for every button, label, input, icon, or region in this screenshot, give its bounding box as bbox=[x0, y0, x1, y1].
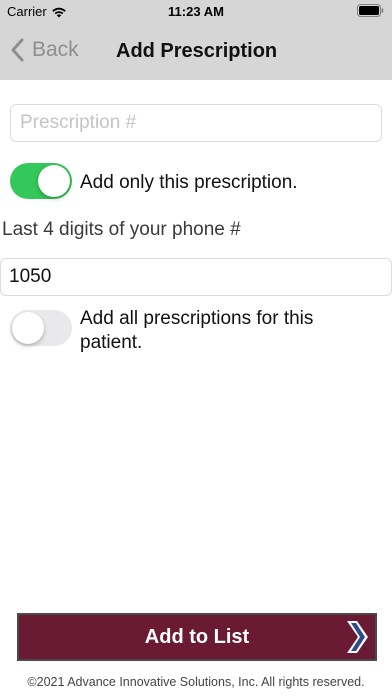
page-title: Add Prescription bbox=[116, 40, 278, 62]
back-label: Back bbox=[32, 38, 79, 61]
add-to-list-label: Add to List bbox=[144, 625, 250, 648]
phone-digits-label: Last 4 digits of your phone # bbox=[2, 219, 241, 240]
toggle-knob bbox=[12, 312, 44, 344]
status-bar: Carrier 11:23 AM bbox=[0, 0, 392, 22]
top-bar: Carrier 11:23 AM Back Add Prescription bbox=[0, 0, 392, 80]
add-to-list-button[interactable]: Add to List bbox=[17, 613, 377, 661]
phone-digits-input[interactable] bbox=[0, 258, 392, 296]
toggle-knob bbox=[38, 165, 70, 197]
add-all-label: Add all prescriptions for this patient. bbox=[80, 308, 314, 353]
screen: Carrier 11:23 AM Back Add Prescription P… bbox=[0, 0, 392, 696]
prescription-number-input[interactable] bbox=[10, 104, 382, 142]
status-time: 11:23 AM bbox=[168, 4, 224, 19]
add-only-this-toggle[interactable] bbox=[10, 163, 72, 199]
add-all-toggle[interactable] bbox=[10, 310, 72, 346]
copyright-footer: ©2021 Advance Innovative Solutions, Inc.… bbox=[27, 675, 365, 689]
back-button[interactable]: Back bbox=[10, 38, 79, 62]
navigation-bar: Back Add Prescription bbox=[0, 26, 392, 78]
add-only-this-label: Add only this prescription. bbox=[80, 172, 298, 193]
battery-icon bbox=[357, 4, 384, 17]
chevron-right-icon bbox=[347, 621, 368, 653]
chevron-left-icon bbox=[11, 38, 24, 62]
